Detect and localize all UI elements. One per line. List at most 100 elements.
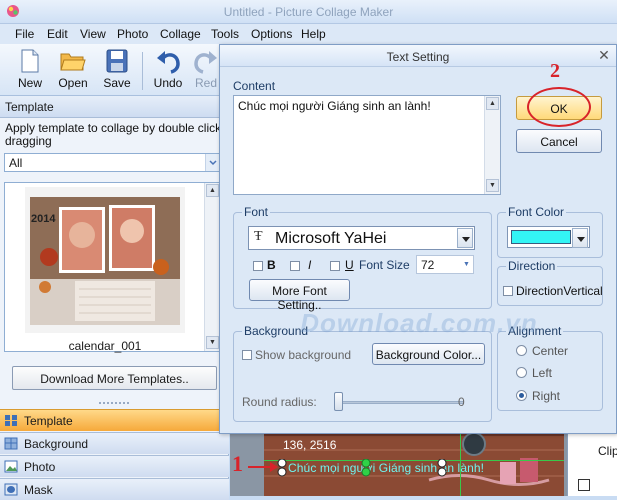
template-list-scrollbar[interactable]: ▲ ▼ [204,183,219,351]
font-name-value: Microsoft YaHei [275,230,387,247]
underline-checkbox[interactable] [330,261,340,271]
font-size-select[interactable]: 72 ▼ [416,255,474,274]
round-radius-slider-track[interactable] [338,401,464,404]
redo-label: Red [194,76,217,90]
font-color-picker[interactable] [507,226,590,248]
direction-vertical-checkbox[interactable] [503,286,513,296]
panel-splitter-handle[interactable] [0,396,229,404]
undo-button[interactable]: Undo [146,48,190,94]
chevron-down-icon[interactable] [205,154,219,171]
clipart-checkbox[interactable] [578,479,590,491]
background-color-button[interactable]: Background Color... [372,343,485,365]
template-panel-header: Template [0,96,229,118]
align-left-radio[interactable] [516,367,527,378]
clipart-panel-label: Clip [598,444,617,458]
font-color-group-title: Font Color [506,205,567,219]
menu-edit[interactable]: Edit [47,27,68,41]
direction-group-title: Direction [506,259,558,273]
tab-photo-label: Photo [24,460,56,474]
align-right-radio[interactable] [516,390,527,401]
font-name-select[interactable]: Ŧ Microsoft YaHei [248,226,475,250]
template-thumbnail-year: 2014 [31,213,56,225]
round-radius-value: 0 [458,395,465,409]
template-category-select[interactable]: All [4,153,220,172]
align-right-label: Right [532,389,561,403]
menu-collage[interactable]: Collage [160,27,201,41]
menu-options[interactable]: Options [251,27,292,41]
font-size-label: Font Size [359,258,410,272]
tab-template[interactable]: Template [0,409,229,431]
redo-arrow-icon [194,51,217,74]
chevron-down-icon[interactable] [572,228,588,248]
text-setting-dialog: Text Setting ✕ Content Chúc mọi người Gi… [219,44,617,434]
step-1-annotation: 1 [232,451,243,476]
content-scrollbar[interactable]: ▲ ▼ [484,96,500,194]
tab-mask[interactable]: Mask [0,478,229,500]
font-size-value: 72 [421,258,435,272]
left-panel: Template Apply template to collage by do… [0,96,229,500]
undo-arrow-icon [157,51,180,74]
round-radius-label: Round radius: [242,395,317,409]
redo-button[interactable]: Red [192,48,220,94]
download-more-templates-button[interactable]: Download More Templates.. [12,366,217,390]
text-selection-handles-icon[interactable] [276,459,476,477]
content-text-value: Chúc mọi người Giáng sinh an lành! [238,99,431,113]
menu-photo[interactable]: Photo [117,27,148,41]
round-radius-slider-handle[interactable] [334,392,343,411]
content-label: Content [233,79,276,93]
menu-bar: File Edit View Photo Collage Tools Optio… [0,24,617,44]
template-thumbnail-list: 2014 calendar_001 ▲ ▼ [4,182,220,353]
italic-label: I [308,258,312,272]
underline-label: U [345,258,354,272]
open-label: Open [58,76,88,90]
tab-photo[interactable]: Photo [0,455,229,477]
show-background-checkbox[interactable] [242,350,252,360]
scroll-down-arrow-icon[interactable]: ▼ [486,179,499,192]
font-color-swatch [511,230,571,244]
template-thumbnail-name: calendar_001 [68,339,142,353]
bold-checkbox[interactable] [253,261,263,271]
cancel-button[interactable]: Cancel [516,129,602,153]
scroll-up-arrow-icon[interactable]: ▲ [206,184,219,197]
scroll-up-arrow-icon[interactable]: ▲ [486,97,499,110]
annotation-arrow-icon [248,462,278,472]
download-watermark: Download.com.vn [300,308,538,338]
tab-background-label: Background [24,437,89,451]
open-button[interactable]: Open [51,48,95,94]
align-center-radio[interactable] [516,345,527,356]
photo-image-icon [4,460,18,473]
background-pattern-icon [4,437,18,450]
font-group-title: Font [242,205,271,219]
mask-shape-icon [4,483,18,496]
more-font-setting-button[interactable]: More Font Setting.. [249,279,350,312]
chevron-down-icon[interactable]: ▼ [460,256,473,273]
template-grid-icon [4,414,18,427]
truetype-font-icon: Ŧ [254,229,263,244]
menu-help[interactable]: Help [301,27,326,41]
bold-label: B [267,258,276,272]
save-label: Save [103,76,131,90]
content-textarea[interactable]: Chúc mọi người Giáng sinh an lành! ▲ ▼ [233,95,501,195]
menu-file[interactable]: File [15,27,34,41]
new-button[interactable]: New [8,48,52,94]
chevron-down-icon[interactable] [457,228,473,248]
close-icon[interactable]: ✕ [597,48,611,62]
template-thumbnail[interactable]: 2014 [25,187,185,333]
undo-label: Undo [153,76,183,90]
app-title: Untitled - Picture Collage Maker [223,5,394,19]
direction-vertical-label: DirectionVertical [516,284,603,298]
toolbar-separator [142,52,143,90]
scroll-down-arrow-icon[interactable]: ▼ [206,336,219,349]
folder-open-icon [60,53,86,71]
canvas-coordinates-readout: 136, 2516 [283,438,337,452]
save-disk-icon [106,49,128,73]
clipart-panel [567,432,617,496]
tab-background[interactable]: Background [0,432,229,454]
menu-view[interactable]: View [80,27,106,41]
menu-tools[interactable]: Tools [211,27,239,41]
save-button[interactable]: Save [95,48,139,94]
new-label: New [17,76,42,90]
italic-checkbox[interactable] [290,261,300,271]
app-titlebar: Untitled - Picture Collage Maker [0,0,617,24]
align-center-label: Center [532,344,569,358]
